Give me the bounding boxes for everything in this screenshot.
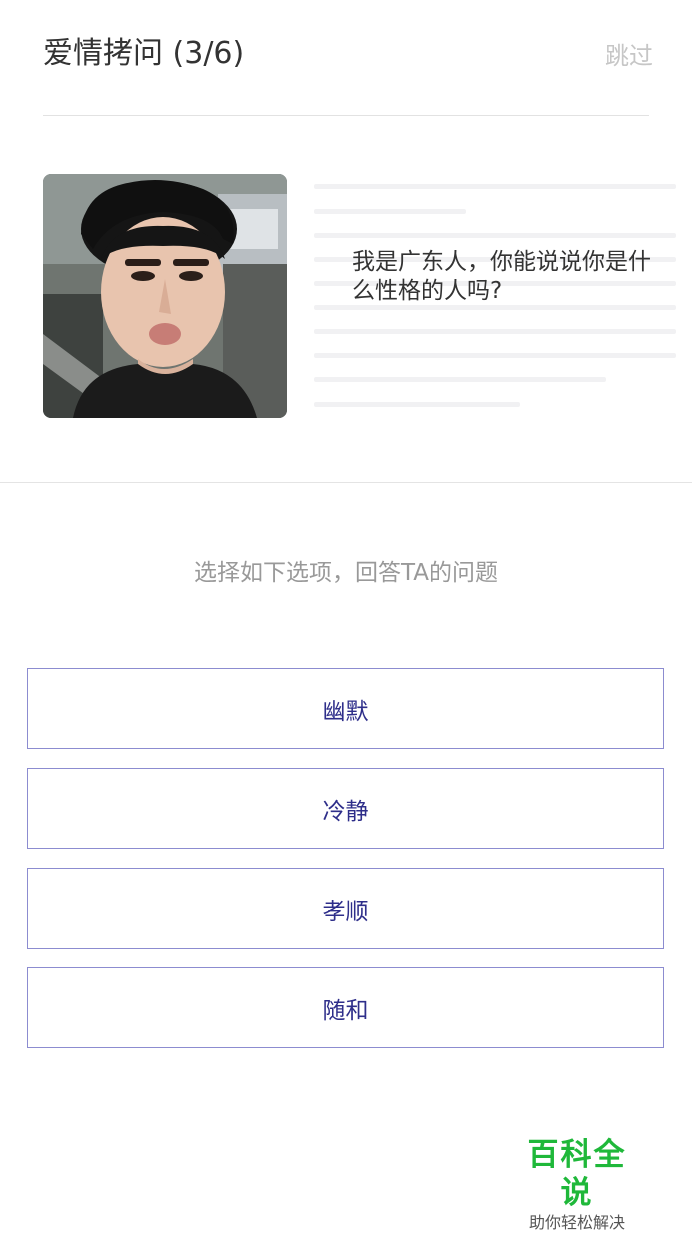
option-button[interactable]: 孝顺: [27, 868, 664, 949]
avatar: [43, 174, 287, 418]
watermark: 百科全说 助你轻松解决: [512, 1136, 642, 1234]
question-text: 我是广东人，你能说说你是什么性格的人吗?: [352, 249, 651, 304]
section-divider: [0, 482, 692, 483]
watermark-brand: 百科全说: [527, 1137, 627, 1211]
page-title: 爱情拷问 (3/6): [43, 36, 245, 71]
skip-button[interactable]: 跳过: [605, 38, 653, 74]
option-button[interactable]: 随和: [27, 967, 664, 1048]
watermark-tagline: 助你轻松解决: [528, 1213, 625, 1232]
option-button[interactable]: 幽默: [27, 668, 664, 749]
header: 爱情拷问 (3/6) 跳过: [43, 0, 653, 116]
person-photo-icon: [43, 174, 287, 418]
option-button[interactable]: 冷静: [27, 768, 664, 849]
answer-prompt: 选择如下选项，回答TA的问题: [194, 560, 498, 586]
